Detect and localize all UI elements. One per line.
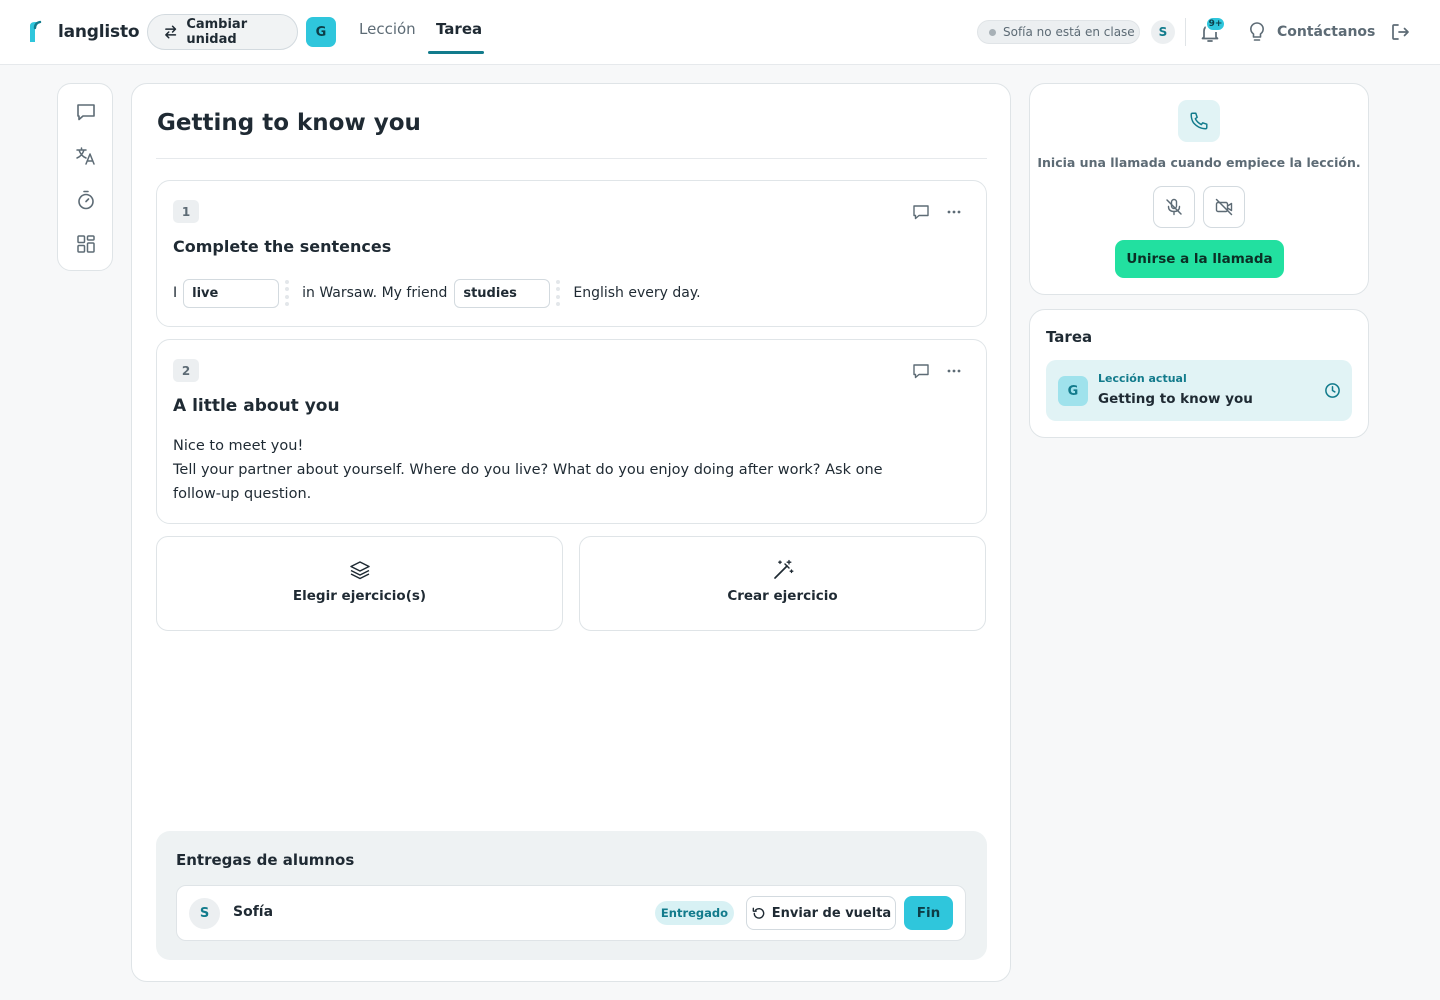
left-toolbar	[57, 83, 113, 271]
homework-panel: Getting to know you 1 Complete the sente…	[131, 83, 1011, 982]
translate-icon[interactable]	[74, 144, 98, 168]
mic-off-icon	[1166, 198, 1182, 216]
top-header: langlisto Cambiar unidad G Lección Tarea…	[0, 0, 1440, 65]
choose-exercises-button[interactable]: Elegir ejercicio(s)	[156, 536, 563, 631]
panel-title: Tarea	[1046, 328, 1093, 346]
call-panel: Inicia una llamada cuando empiece la lec…	[1029, 83, 1369, 295]
student-status-pill: Sofía no está en clase	[977, 20, 1140, 44]
exercise-card-2: 2 A little about you Nice to meet you! T…	[156, 339, 987, 524]
sentence-text: I	[173, 285, 178, 301]
student-name: Sofía	[233, 904, 274, 920]
student-status-text: Sofía no está en clase	[1003, 25, 1135, 39]
logo-mark-icon	[30, 20, 42, 42]
exercise-title: A little about you	[173, 396, 340, 416]
camera-off-icon	[1215, 198, 1233, 216]
exercise-number: 1	[173, 200, 199, 223]
exercise-body: Nice to meet you! Tell your partner abou…	[173, 434, 933, 506]
brand-name: langlisto	[58, 22, 140, 42]
grid-icon[interactable]	[74, 232, 98, 256]
create-exercise-label: Crear ejercicio	[727, 588, 838, 604]
contact-label: Contáctanos	[1277, 24, 1376, 40]
more-options-icon[interactable]	[945, 362, 963, 380]
current-lesson-kicker: Lección actual	[1098, 372, 1187, 385]
chat-icon[interactable]	[74, 100, 98, 124]
send-back-label: Enviar de vuelta	[771, 905, 892, 921]
switch-unit-label: Cambiar unidad	[186, 17, 248, 47]
sentence-text: English every day.	[573, 285, 701, 301]
status-badge: Entregado	[655, 901, 734, 925]
current-lesson-name: Getting to know you	[1098, 391, 1253, 407]
swap-arrows-icon	[165, 25, 177, 39]
comment-icon[interactable]	[912, 362, 930, 380]
comment-icon[interactable]	[912, 203, 930, 221]
page-title: Getting to know you	[157, 110, 421, 136]
more-options-icon[interactable]	[945, 203, 963, 221]
submission-row: S Sofía Entregado Enviar de vuelta Fin	[176, 885, 966, 941]
answer-blank[interactable]: studies	[454, 278, 551, 308]
switch-unit-button[interactable]: Cambiar unidad	[147, 14, 298, 50]
student-avatar[interactable]: S	[1151, 20, 1175, 44]
tab-leccion[interactable]: Lección	[359, 20, 416, 38]
tab-tarea[interactable]: Tarea	[436, 20, 482, 38]
exercise-title: Complete the sentences	[173, 237, 392, 256]
logout-icon[interactable]	[1389, 21, 1411, 43]
phone-icon	[1190, 112, 1208, 130]
call-icon-box	[1178, 100, 1220, 142]
create-exercise-button[interactable]: Crear ejercicio	[579, 536, 986, 631]
lightbulb-icon	[1250, 22, 1264, 41]
layers-icon	[350, 561, 370, 580]
fill-in-sentence: I live in Warsaw. My friend studies Engl…	[173, 278, 701, 308]
title-divider	[156, 158, 987, 159]
finish-button[interactable]: Fin	[904, 896, 953, 930]
drag-handle-icon[interactable]	[555, 280, 561, 306]
magic-wand-icon	[774, 559, 794, 579]
exercise-card-1: 1 Complete the sentences I live in Warsa…	[156, 180, 987, 327]
notification-count-badge: 9+	[1205, 16, 1226, 32]
current-lesson-item[interactable]: G Lección actual Getting to know you	[1046, 360, 1352, 421]
submissions-title: Entregas de alumnos	[176, 851, 355, 869]
status-dot-icon	[989, 28, 996, 36]
unit-badge[interactable]: G	[306, 17, 336, 47]
student-submissions: Entregas de alumnos S Sofía Entregado En…	[156, 831, 987, 960]
call-hint: Inicia una llamada cuando empiece la lec…	[1037, 155, 1361, 170]
timer-icon[interactable]	[74, 188, 98, 212]
homework-summary-panel: Tarea G Lección actual Getting to know y…	[1029, 309, 1369, 438]
send-back-button[interactable]: Enviar de vuelta	[746, 896, 896, 930]
lesson-badge: G	[1058, 376, 1088, 406]
exercise-line: Tell your partner about yourself. Where …	[173, 462, 883, 502]
brand-logo[interactable]: langlisto	[26, 20, 140, 44]
exercise-line: Nice to meet you!	[173, 438, 304, 454]
clock-icon	[1325, 383, 1340, 398]
active-tab-indicator	[428, 51, 484, 54]
contact-button[interactable]: Contáctanos	[1247, 20, 1375, 44]
mic-toggle-button[interactable]	[1153, 186, 1195, 228]
exercise-number: 2	[173, 359, 199, 382]
header-divider	[1185, 18, 1186, 46]
join-call-button[interactable]: Unirse a la llamada	[1115, 240, 1284, 278]
answer-blank[interactable]: live	[183, 278, 280, 308]
undo-icon	[752, 907, 765, 919]
drag-handle-icon[interactable]	[284, 280, 290, 306]
choose-exercises-label: Elegir ejercicio(s)	[292, 588, 427, 604]
camera-toggle-button[interactable]	[1203, 186, 1245, 228]
sentence-text: in Warsaw. My friend	[302, 285, 448, 301]
student-avatar: S	[189, 898, 220, 929]
